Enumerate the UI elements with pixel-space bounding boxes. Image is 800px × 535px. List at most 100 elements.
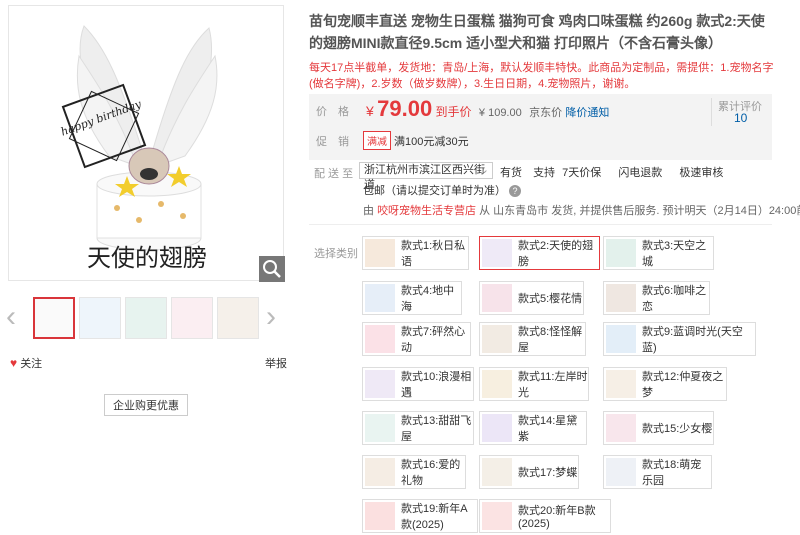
option-item[interactable]: 款式6:咖啡之恋 — [603, 281, 710, 315]
option-item[interactable]: 款式18:萌宠乐园 — [603, 455, 712, 489]
flash-refund-link[interactable]: 闪电退款 — [618, 167, 662, 179]
option-label: 款式12:仲夏夜之梦 — [642, 371, 724, 399]
divider — [309, 224, 772, 225]
option-thumbnail — [482, 414, 512, 442]
option-label: 款式11:左岸时光 — [518, 371, 588, 399]
option-label: 款式10:浪漫相遇 — [401, 371, 472, 399]
zoom-button[interactable] — [259, 256, 285, 282]
option-label: 款式19:新年A款(2025) — [401, 503, 468, 531]
option-item[interactable]: 款式17:梦蝶 — [479, 455, 579, 489]
option-label: 款式8:怪怪解屋 — [518, 326, 583, 354]
price-symbol: ¥ — [366, 103, 374, 119]
option-label: 款式13:甜甜飞屋 — [401, 415, 472, 443]
option-item[interactable]: 款式1:秋日私语 — [362, 236, 469, 270]
price-notify-link[interactable]: 降价通知 — [565, 107, 609, 119]
hand-price-label: 到手价 — [435, 105, 472, 119]
option-thumbnail — [482, 370, 512, 398]
option-label: 款式4:地中海 — [401, 285, 455, 313]
option-item[interactable]: 款式5:樱花情 — [479, 281, 584, 315]
option-item[interactable]: 款式13:甜甜飞屋 — [362, 411, 474, 445]
product-title: 苗旬宠顺丰直送 宠物生日蛋糕 猫狗可食 鸡肉口味蛋糕 约260g 款式2:天使的… — [309, 13, 765, 51]
quick-review-link[interactable]: 极速审核 — [679, 167, 723, 179]
option-label: 款式5:樱花情 — [518, 293, 583, 305]
option-item[interactable]: 款式3:天空之城 — [603, 236, 714, 270]
thumbnail-5[interactable] — [217, 297, 259, 339]
image-caption: 天使的翅膀 — [87, 244, 207, 272]
option-item[interactable]: 款式4:地中海 — [362, 281, 462, 315]
option-item[interactable]: 款式12:仲夏夜之梦 — [603, 367, 727, 401]
option-label: 款式16:爱的礼物 — [401, 459, 461, 487]
option-label: 款式17:梦蝶 — [518, 467, 578, 479]
option-thumbnail — [482, 458, 512, 486]
option-label: 款式6:咖啡之恋 — [642, 285, 707, 313]
option-item[interactable]: 款式16:爱的礼物 — [362, 455, 466, 489]
support-label: 支持 — [533, 167, 556, 179]
review-count[interactable]: 10 — [734, 111, 747, 125]
from-suffix: 从 山东青岛市 发货, 并提供售后服务. 预计明天（2月14日）24:00前发货 — [479, 205, 800, 217]
shop-link[interactable]: 咬呀宠物生活专营店 — [377, 205, 476, 217]
option-thumbnail — [606, 414, 636, 442]
promo-label: 促 销 — [316, 136, 349, 148]
option-label: 款式7:砰然心动 — [401, 326, 466, 354]
option-item[interactable]: 款式9:蓝调时光(天空蓝) — [603, 322, 756, 356]
option-thumbnail — [482, 502, 512, 530]
option-label: 款式20:新年B款(2025) — [518, 505, 596, 530]
enterprise-purchase-button[interactable]: 企业购更优惠 — [104, 394, 188, 416]
thumbnail-4[interactable] — [171, 297, 213, 339]
option-item[interactable]: 款式15:少女樱 — [603, 411, 714, 445]
options-label: 选择类别 — [314, 248, 358, 260]
promo-text[interactable]: 满100元减30元 — [394, 133, 469, 149]
price-label: 价 格 — [316, 106, 349, 118]
option-item[interactable]: 款式11:左岸时光 — [479, 367, 589, 401]
option-label: 款式1:秋日私语 — [401, 240, 466, 268]
thumbnail-3[interactable] — [125, 297, 167, 339]
option-thumbnail — [482, 284, 512, 312]
option-thumbnail — [482, 325, 512, 353]
option-item[interactable]: 款式10:浪漫相遇 — [362, 367, 474, 401]
cake-illustration: happy birthday 天使的翅膀 — [59, 25, 218, 272]
postage-label: 包邮（请以提交订单时为准） — [363, 185, 506, 197]
chevron-down-icon: ⌄ — [479, 164, 489, 176]
delivery-label: 配 送 至 — [314, 168, 354, 180]
shipping-info: 由 咬呀宠物生活专营店 从 山东青岛市 发货, 并提供售后服务. 预计明天（2月… — [363, 202, 800, 218]
address-select[interactable]: 浙江杭州市滨江区西兴街道 ⌄ — [359, 162, 493, 191]
option-item[interactable]: 款式14:星黛紫 — [479, 411, 587, 445]
thumb-next-arrow-icon[interactable]: › — [266, 302, 276, 332]
option-thumbnail — [365, 458, 395, 486]
option-item[interactable]: 款式8:怪怪解屋 — [479, 322, 586, 356]
product-main-image: happy birthday 天使的翅膀 — [8, 5, 284, 281]
report-link[interactable]: 举报 — [265, 355, 287, 371]
option-label: 款式2:天使的翅膀 — [518, 240, 594, 268]
option-label: 款式9:蓝调时光(天空蓝) — [642, 326, 743, 354]
from-prefix: 由 — [363, 205, 374, 217]
option-item[interactable]: 款式7:砰然心动 — [362, 322, 471, 356]
price-protect-link[interactable]: 7天价保 — [562, 167, 601, 179]
follow-link[interactable]: ♥ 关注 — [10, 355, 42, 371]
heart-icon: ♥ — [10, 356, 18, 370]
stock-status: 有货 — [500, 167, 522, 179]
option-label: 款式18:萌宠乐园 — [642, 459, 702, 487]
option-label: 款式14:星黛紫 — [518, 415, 578, 443]
service-row: 有货 支持 7天价保 闪电退款 极速审核 — [500, 164, 723, 180]
option-label: 款式15:少女樱 — [642, 423, 713, 435]
option-thumbnail — [365, 239, 395, 267]
follow-label: 关注 — [20, 358, 43, 370]
option-thumbnail — [482, 239, 512, 267]
price-value: 79.00 — [377, 96, 433, 121]
price-row: ¥ 79.00 到手价 ¥ 109.00 京东价 降价通知 — [366, 96, 609, 122]
option-thumbnail — [365, 325, 395, 353]
jd-price-label: 京东价 — [529, 107, 563, 119]
divider — [711, 98, 712, 126]
option-item[interactable]: 款式20:新年B款(2025) — [479, 499, 611, 533]
thumbnail-2[interactable] — [79, 297, 121, 339]
option-thumbnail — [365, 502, 395, 530]
option-thumbnail — [606, 239, 636, 267]
postage-text: 包邮（请以提交订单时为准） ? — [363, 182, 522, 198]
promo-tag: 满减 — [363, 131, 391, 150]
thumb-prev-arrow-icon[interactable]: ‹ — [6, 302, 16, 332]
thumbnail-1[interactable] — [33, 297, 75, 339]
product-notice: 每天17点半截单，发货地：青岛/上海，默认发顺丰特快。此商品为定制品，需提供：1… — [309, 62, 774, 90]
option-item[interactable]: 款式19:新年A款(2025) — [362, 499, 478, 533]
option-item[interactable]: 款式2:天使的翅膀 — [479, 236, 600, 270]
help-icon[interactable]: ? — [509, 185, 522, 197]
